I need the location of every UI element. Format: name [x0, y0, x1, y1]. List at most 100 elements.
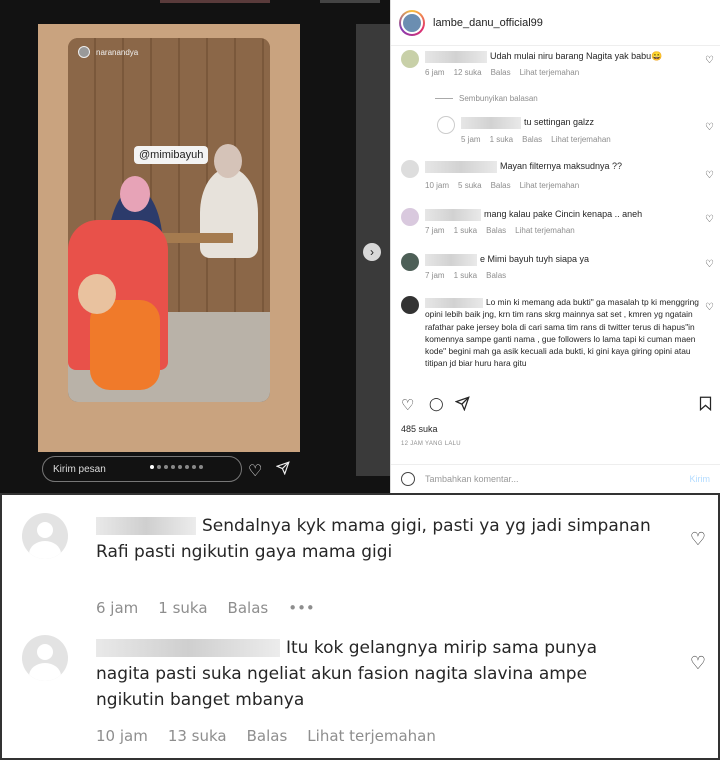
comment-likes[interactable]: 1 suka [490, 135, 514, 144]
comment-text: e Mimi bayuh tuyh siapa ya [480, 254, 590, 264]
comment-time: 10 jam [96, 727, 148, 745]
bookmark-icon[interactable] [699, 396, 712, 415]
translate-link[interactable]: Lihat terjemahan [307, 727, 436, 745]
reply-link[interactable]: Balas [247, 727, 288, 745]
photo-table [163, 233, 233, 243]
send-icon[interactable] [275, 461, 290, 480]
commenter-avatar[interactable] [401, 160, 419, 178]
comment-likes[interactable]: 5 suka [458, 181, 482, 190]
comment-time: 5 jam [461, 135, 481, 144]
like-heart-icon[interactable]: ♡ [690, 529, 706, 550]
comment-likes[interactable]: 1 suka [158, 599, 207, 617]
commenter-avatar[interactable] [22, 513, 68, 559]
blurred-username [461, 116, 521, 129]
post-time-ago: 12 JAM YANG LALU [401, 441, 461, 447]
progress-strip [320, 0, 380, 3]
story-photo: naranandya @mimibayuh [68, 38, 270, 402]
like-heart-icon[interactable]: ♡ [705, 55, 714, 66]
heart-icon[interactable]: ♡ [248, 461, 262, 481]
reply-link[interactable]: Balas [491, 181, 511, 190]
profile-avatar[interactable] [399, 9, 425, 36]
comment-text: Mayan filternya maksudnya ?? [500, 161, 623, 171]
comment-text: tu settingan galzz [524, 117, 595, 127]
story-reply-input[interactable]: Kirim pesan [42, 456, 242, 482]
commenter-avatar[interactable] [401, 208, 419, 226]
blurred-username [96, 639, 280, 657]
story-author[interactable]: naranandya [78, 46, 138, 58]
comment-time: 6 jam [425, 68, 445, 77]
instagram-post-panel: lambe_danu_official99 Udah mulai niru ba… [390, 0, 720, 493]
translate-link[interactable]: Lihat terjemahan [515, 226, 575, 235]
comment-icon[interactable]: ◯ [429, 396, 444, 412]
translate-link[interactable]: Lihat terjemahan [551, 135, 611, 144]
like-heart-icon[interactable]: ♡ [705, 259, 714, 270]
comment-text: mang kalau pake Cincin kenapa .. aneh [484, 209, 643, 219]
photo-child-head [78, 274, 116, 314]
next-arrow-icon[interactable]: › [363, 243, 381, 261]
comment-text-continued: ngikutin banget mbanya [96, 690, 305, 710]
like-heart-icon[interactable]: ♡ [705, 302, 714, 313]
comment-time: 10 jam [425, 181, 450, 190]
commenter-avatar[interactable] [401, 253, 419, 271]
blurred-username [425, 208, 481, 221]
comment-time: 6 jam [96, 599, 139, 617]
hide-replies-toggle[interactable]: Sembunyikan balasan [435, 94, 538, 103]
comment-item: mang kalau pake Cincin kenapa .. aneh 7 … [401, 208, 714, 240]
story-author-avatar [78, 46, 90, 58]
photo-person [200, 168, 258, 258]
photo-person-head [214, 144, 242, 178]
reply-link[interactable]: Balas [228, 599, 269, 617]
comment-text-continued: nagita pasti suka ngeliat akun fasion na… [96, 664, 588, 684]
add-comment-bar: Tambahkan komentar... Kirim [391, 464, 720, 493]
more-options-icon[interactable]: ••• [288, 599, 315, 617]
translate-link[interactable]: Lihat terjemahan [520, 181, 580, 190]
screenshot-root: naranandya @mimibayuh Kirim pesan ♡ › la… [0, 0, 720, 760]
like-heart-icon[interactable]: ♡ [401, 396, 414, 414]
like-heart-icon[interactable]: ♡ [705, 214, 714, 225]
like-heart-icon[interactable]: ♡ [705, 122, 714, 133]
post-comment-button[interactable]: Kirim [690, 474, 711, 484]
like-heart-icon[interactable]: ♡ [705, 170, 714, 181]
reply-link[interactable]: Balas [486, 271, 506, 280]
photo-person-head [120, 176, 150, 212]
comment-text: Sendalnya kyk mama gigi, pasti ya yg jad… [202, 516, 651, 536]
post-header: lambe_danu_official99 [391, 0, 720, 46]
commenter-avatar[interactable] [401, 296, 419, 314]
comment-likes[interactable]: 1 suka [454, 226, 478, 235]
share-send-icon[interactable] [454, 396, 470, 415]
comment-likes[interactable]: 12 suka [454, 68, 482, 77]
emoji-icon[interactable] [401, 472, 415, 486]
comment-likes[interactable]: 13 suka [168, 727, 227, 745]
comment-item: Lo min ki memang ada bukti" ga masalah t… [401, 296, 714, 386]
post-likes-count[interactable]: 485 suka [401, 424, 438, 434]
blurred-username [425, 297, 483, 308]
commenter-avatar[interactable] [437, 116, 455, 134]
blurred-username [425, 253, 477, 266]
story-reply-placeholder: Kirim pesan [53, 464, 106, 475]
commenter-avatar[interactable] [401, 50, 419, 68]
top-composite: naranandya @mimibayuh Kirim pesan ♡ › la… [0, 0, 720, 493]
reply-link[interactable]: Balas [522, 135, 542, 144]
story-mention-sticker[interactable]: @mimibayuh [134, 146, 209, 164]
comment-item: e Mimi bayuh tuyh siapa ya 7 jam 1 suka … [401, 253, 714, 285]
comment-text-continued: Rafi pasti ngikutin gaya mama gigi [96, 542, 393, 562]
zoomed-comment-item: Itu kok gelangnya mirip sama punya nagit… [22, 635, 706, 755]
reply-link[interactable]: Balas [491, 68, 511, 77]
commenter-avatar[interactable] [22, 635, 68, 681]
comment-reply-item: tu settingan galzz 5 jam 1 suka Balas Li… [437, 116, 714, 148]
like-heart-icon[interactable]: ♡ [690, 653, 706, 674]
blurred-username [425, 50, 487, 63]
story-author-name: naranandya [96, 47, 139, 57]
comment-likes[interactable]: 1 suka [454, 271, 478, 280]
hide-replies-label: Sembunyikan balasan [459, 94, 538, 103]
comment-item: Mayan filternya maksudnya ?? 10 jam 5 su… [401, 160, 714, 194]
post-username[interactable]: lambe_danu_official99 [433, 17, 543, 29]
zoomed-comment-item: Sendalnya kyk mama gigi, pasti ya yg jad… [22, 513, 706, 633]
comment-item: Udah mulai niru barang Nagita yak babu😀 … [401, 50, 714, 84]
story-frame: naranandya @mimibayuh [38, 24, 300, 452]
zoomed-comments-panel: Sendalnya kyk mama gigi, pasti ya yg jad… [0, 493, 720, 760]
reply-link[interactable]: Balas [486, 226, 506, 235]
add-comment-input[interactable]: Tambahkan komentar... [425, 474, 519, 484]
translate-link[interactable]: Lihat terjemahan [520, 68, 580, 77]
comment-time: 7 jam [425, 226, 445, 235]
